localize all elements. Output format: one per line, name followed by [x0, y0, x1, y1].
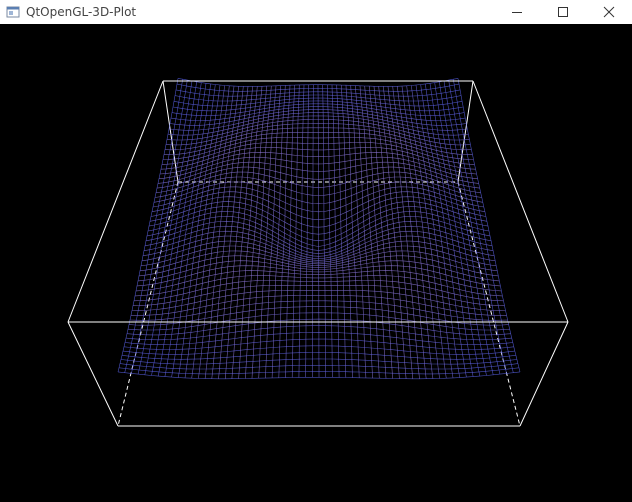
mesh-line-column: [341, 85, 353, 378]
mesh-line-column: [317, 84, 320, 378]
box-edge: [457, 181, 521, 427]
close-button[interactable]: [586, 0, 632, 24]
window-title: QtOpenGL-3D-Plot: [26, 5, 137, 19]
mesh-line-column: [204, 86, 239, 379]
app-window: QtOpenGL-3D-Plot: [0, 0, 632, 502]
title-bar[interactable]: QtOpenGL-3D-Plot: [0, 0, 632, 24]
window-controls: [494, 0, 632, 24]
box-edge: [162, 80, 179, 183]
mesh-line-column: [322, 84, 326, 378]
mesh-line-column: [415, 84, 460, 378]
box-edge: [472, 80, 569, 323]
mesh-line-column: [305, 84, 309, 378]
app-window-icon: [6, 5, 20, 19]
box-edge: [457, 80, 474, 183]
mesh-line-column: [171, 84, 216, 378]
mesh-line-column: [157, 83, 207, 377]
box-edge: [67, 321, 119, 427]
box-edge: [117, 181, 179, 427]
box-edge: [519, 321, 569, 427]
surface-mesh: [117, 78, 521, 380]
mesh-line-column: [312, 84, 314, 378]
opengl-viewport[interactable]: [0, 24, 632, 502]
mesh-line-column: [144, 81, 197, 375]
maximize-button[interactable]: [540, 0, 586, 24]
maximize-icon: [558, 7, 568, 17]
mesh-line-column: [327, 84, 333, 378]
mesh-line-column: [191, 85, 230, 379]
mesh-line-column: [151, 82, 202, 376]
3d-surface-plot[interactable]: [0, 24, 632, 502]
minimize-button[interactable]: [494, 0, 540, 24]
mesh-line-column: [420, 84, 467, 378]
mesh-line-column: [291, 84, 300, 378]
mesh-line-column: [378, 86, 407, 379]
close-icon: [603, 6, 615, 18]
mesh-line-column: [285, 85, 295, 378]
minimize-icon: [512, 12, 522, 13]
